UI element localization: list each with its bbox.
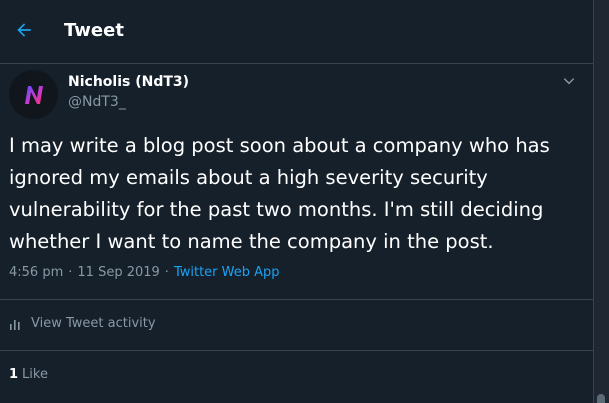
chevron-down-icon <box>563 78 575 85</box>
author-handle[interactable]: @NdT3_ <box>68 94 126 110</box>
likes-label: Like <box>22 367 48 382</box>
author-name[interactable]: Nicholis (NdT3) <box>68 74 189 90</box>
tweet-detail-page: Tweet Nicholis (NdT3) @NdT3_ I may write… <box>0 0 593 403</box>
scrollbar-thumb[interactable] <box>597 394 605 403</box>
likes-count: 1 <box>9 367 19 382</box>
likes-link[interactable]: 1 Like <box>9 367 48 382</box>
source-app-link[interactable]: Twitter Web App <box>174 265 280 280</box>
arrow-left-icon <box>17 23 31 37</box>
bar-chart-icon <box>10 319 20 330</box>
page-title: Tweet <box>64 20 124 41</box>
back-button[interactable] <box>5 11 43 49</box>
meta-separator: · <box>68 265 73 280</box>
tweet-date[interactable]: 11 Sep 2019 <box>77 265 159 280</box>
divider <box>0 350 593 351</box>
meta-separator: · <box>164 265 169 280</box>
n-logo-avatar <box>24 85 43 104</box>
tweet-time[interactable]: 4:56 pm <box>9 265 63 280</box>
avatar[interactable] <box>9 70 58 119</box>
activity-label: View Tweet activity <box>31 316 156 331</box>
top-header: Tweet <box>0 0 593 64</box>
divider <box>0 299 593 300</box>
tweet-text: I may write a blog post soon about a com… <box>9 134 550 253</box>
scrollbar-track[interactable] <box>593 0 609 403</box>
tweet-menu-button[interactable] <box>558 70 580 92</box>
tweet-meta: 4:56 pm · 11 Sep 2019 · Twitter Web App <box>9 265 280 280</box>
view-activity-link[interactable]: View Tweet activity <box>9 316 156 331</box>
